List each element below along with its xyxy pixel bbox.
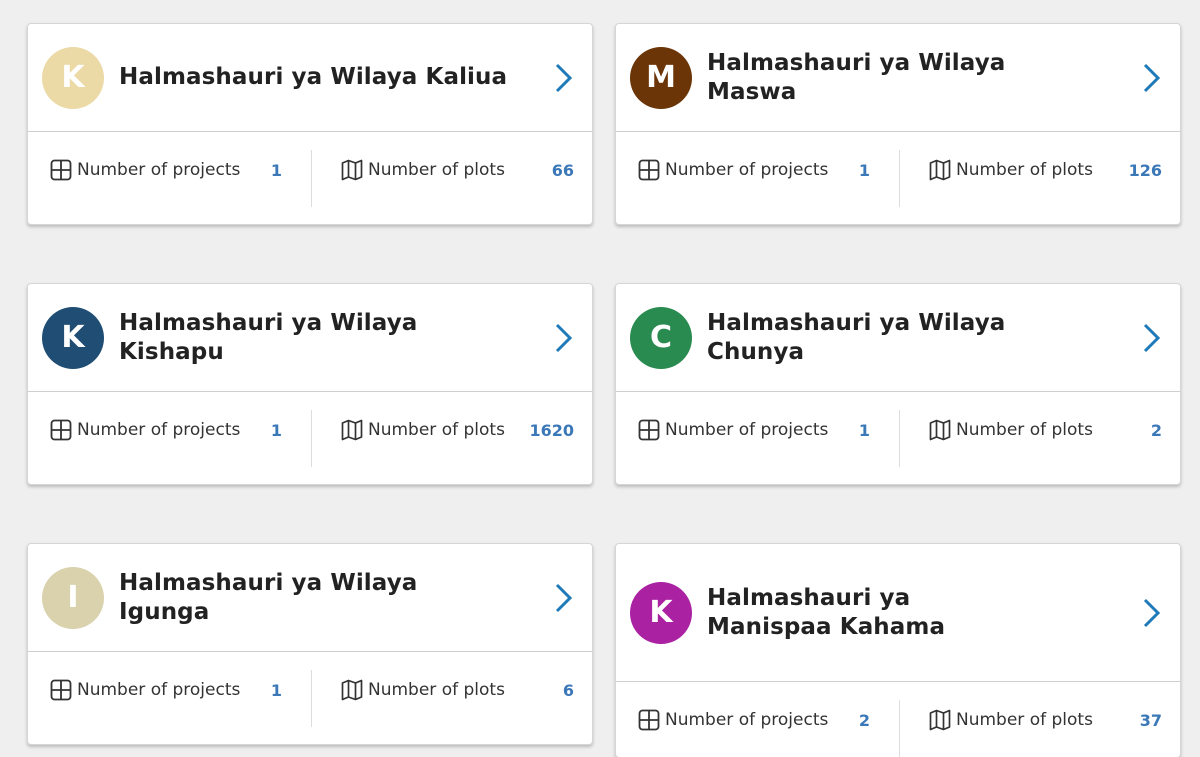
- card-header[interactable]: K Halmashauri ya Wilaya Kaliua: [28, 24, 592, 132]
- plots-count: 37: [1139, 711, 1162, 730]
- card-stats: Number of projects 1 Number of plots 6: [28, 652, 592, 744]
- avatar: I: [42, 566, 104, 629]
- grid-icon: [50, 419, 72, 441]
- grid-icon: [50, 679, 72, 701]
- stat-divider: [899, 700, 900, 757]
- map-icon: [929, 709, 951, 731]
- map-icon: [341, 159, 363, 181]
- avatar: C: [630, 306, 692, 369]
- projects-stat: Number of projects: [638, 419, 828, 441]
- chevron-right-icon[interactable]: [1140, 62, 1164, 94]
- stat-divider: [899, 150, 900, 207]
- plots-count: 6: [562, 681, 574, 700]
- stat-divider: [899, 410, 900, 467]
- card-title: Halmashauri ya Wilaya Chunya: [707, 309, 1006, 365]
- municipality-card[interactable]: K Halmashauri ya Manispaa Kahama Number …: [615, 543, 1181, 757]
- avatar: K: [630, 581, 692, 644]
- chevron-right-icon[interactable]: [1140, 322, 1164, 354]
- card-header[interactable]: K Halmashauri ya Wilaya Kishapu: [28, 284, 592, 392]
- projects-label: Number of projects: [77, 420, 241, 440]
- stat-divider: [311, 410, 312, 467]
- plots-label: Number of plots: [956, 420, 1093, 440]
- projects-count: 2: [858, 711, 870, 730]
- plots-stat: Number of plots: [929, 419, 1093, 441]
- projects-stat: Number of projects: [638, 709, 828, 731]
- map-icon: [341, 419, 363, 441]
- projects-count: 1: [270, 421, 282, 440]
- stat-divider: [311, 670, 312, 727]
- grid-icon: [638, 159, 660, 181]
- chevron-right-icon[interactable]: [552, 582, 576, 614]
- avatar: K: [42, 46, 104, 109]
- avatar: K: [42, 306, 104, 369]
- projects-label: Number of projects: [77, 680, 241, 700]
- projects-count: 1: [858, 161, 870, 180]
- projects-stat: Number of projects: [50, 419, 240, 441]
- plots-count: 126: [1128, 161, 1162, 180]
- plots-stat: Number of plots: [929, 709, 1093, 731]
- grid-icon: [638, 709, 660, 731]
- map-icon: [341, 679, 363, 701]
- projects-label: Number of projects: [77, 160, 241, 180]
- card-title: Halmashauri ya Wilaya Kaliua: [119, 64, 508, 90]
- card-stats: Number of projects 1 Number of plots 66: [28, 132, 592, 224]
- plots-label: Number of plots: [368, 160, 505, 180]
- card-stats: Number of projects 1 Number of plots 2: [616, 392, 1180, 484]
- projects-label: Number of projects: [665, 420, 829, 440]
- card-title: Halmashauri ya Wilaya Maswa: [707, 49, 1006, 105]
- grid-icon: [50, 159, 72, 181]
- projects-count: 1: [270, 161, 282, 180]
- card-stats: Number of projects 2 Number of plots 37: [616, 682, 1180, 757]
- card-header[interactable]: I Halmashauri ya Wilaya Igunga: [28, 544, 592, 652]
- map-icon: [929, 159, 951, 181]
- municipality-card[interactable]: M Halmashauri ya Wilaya Maswa Number of …: [615, 23, 1181, 225]
- plots-label: Number of plots: [368, 420, 505, 440]
- card-header[interactable]: C Halmashauri ya Wilaya Chunya: [616, 284, 1180, 392]
- projects-stat: Number of projects: [50, 679, 240, 701]
- plots-count: 66: [551, 161, 574, 180]
- map-icon: [929, 419, 951, 441]
- card-title: Halmashauri ya Manispaa Kahama: [707, 584, 946, 640]
- municipality-card-grid: K Halmashauri ya Wilaya Kaliua Number of…: [0, 0, 1200, 757]
- projects-stat: Number of projects: [50, 159, 240, 181]
- chevron-right-icon[interactable]: [552, 62, 576, 94]
- municipality-card[interactable]: K Halmashauri ya Wilaya Kaliua Number of…: [27, 23, 593, 225]
- plots-count: 2: [1150, 421, 1162, 440]
- card-title: Halmashauri ya Wilaya Igunga: [119, 569, 418, 625]
- avatar: M: [630, 46, 692, 109]
- plots-label: Number of plots: [956, 710, 1093, 730]
- plots-label: Number of plots: [956, 160, 1093, 180]
- municipality-card[interactable]: C Halmashauri ya Wilaya Chunya Number of…: [615, 283, 1181, 485]
- plots-label: Number of plots: [368, 680, 505, 700]
- projects-label: Number of projects: [665, 710, 829, 730]
- plots-stat: Number of plots: [341, 419, 505, 441]
- municipality-card[interactable]: I Halmashauri ya Wilaya Igunga Number of…: [27, 543, 593, 745]
- chevron-right-icon[interactable]: [1140, 597, 1164, 629]
- card-header[interactable]: K Halmashauri ya Manispaa Kahama: [616, 544, 1180, 682]
- plots-count: 1620: [529, 421, 574, 440]
- card-header[interactable]: M Halmashauri ya Wilaya Maswa: [616, 24, 1180, 132]
- card-title: Halmashauri ya Wilaya Kishapu: [119, 309, 418, 365]
- plots-stat: Number of plots: [341, 679, 505, 701]
- projects-label: Number of projects: [665, 160, 829, 180]
- projects-count: 1: [270, 681, 282, 700]
- card-stats: Number of projects 1 Number of plots 126: [616, 132, 1180, 224]
- card-stats: Number of projects 1 Number of plots 162…: [28, 392, 592, 484]
- plots-stat: Number of plots: [929, 159, 1093, 181]
- stat-divider: [311, 150, 312, 207]
- municipality-card[interactable]: K Halmashauri ya Wilaya Kishapu Number o…: [27, 283, 593, 485]
- projects-count: 1: [858, 421, 870, 440]
- grid-icon: [638, 419, 660, 441]
- chevron-right-icon[interactable]: [552, 322, 576, 354]
- projects-stat: Number of projects: [638, 159, 828, 181]
- plots-stat: Number of plots: [341, 159, 505, 181]
